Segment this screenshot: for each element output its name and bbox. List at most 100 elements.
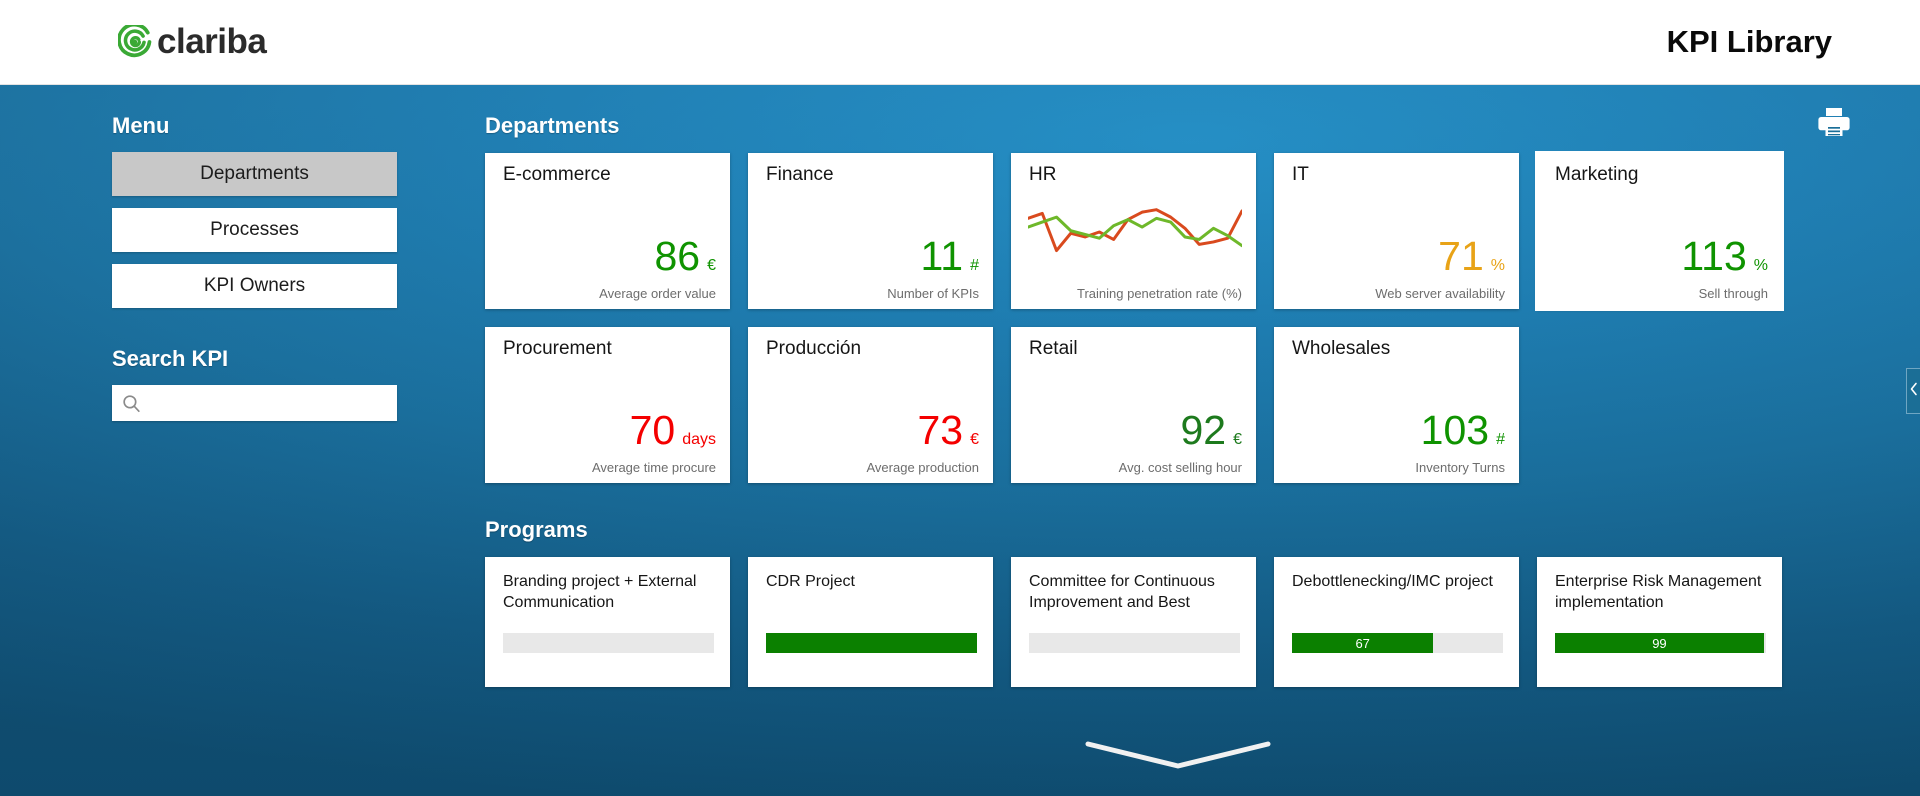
kpi-card-title: HR (1029, 164, 1057, 185)
progress-bar-fill (766, 633, 977, 653)
program-card-branding[interactable]: Branding project + External Communicatio… (485, 557, 730, 687)
kpi-number: 73 (917, 407, 964, 453)
kpi-card-body: 92 € Avg. cost selling hour (1118, 410, 1242, 476)
kpi-description: Number of KPIs (887, 286, 979, 301)
progress-bar-track: 99 (1555, 633, 1766, 653)
kpi-description: Average order value (599, 286, 716, 301)
kpi-number: 113 (1681, 233, 1747, 279)
kpi-description: Web server availability (1375, 286, 1505, 301)
kpi-card-body: 73 € Average production (866, 410, 979, 476)
kpi-card-body: 86 € Average order value (599, 236, 716, 302)
sidebar-item-label: Processes (210, 219, 299, 240)
scroll-down-button[interactable] (1084, 740, 1272, 770)
kpi-card-title: IT (1292, 164, 1309, 185)
search-input[interactable] (142, 385, 397, 421)
kpi-description: Average production (866, 460, 979, 475)
search-icon (121, 393, 142, 414)
programs-title: Programs (485, 517, 588, 542)
main-content: Departments E-commerce 86 € Average orde… (485, 108, 1868, 687)
kpi-description: Training penetration rate (%) (1077, 286, 1242, 301)
chevron-down-icon (1084, 741, 1272, 774)
kpi-value-group: 86 € (599, 236, 716, 277)
kpi-description: Sell through (1698, 286, 1768, 301)
progress-bar-fill: 67 (1292, 633, 1434, 653)
departments-title: Departments (485, 113, 620, 138)
progress-bar-track (766, 633, 977, 653)
search-heading: Search KPI (112, 346, 229, 371)
sidebar-item-label: KPI Owners (203, 275, 306, 296)
kpi-number: 86 (654, 233, 701, 279)
program-card-title: CDR Project (766, 573, 855, 590)
program-card-cdr[interactable]: CDR Project (748, 557, 993, 687)
app-header: clariba KPI Library (0, 0, 1920, 85)
kpi-value-group: 70 days (592, 410, 716, 451)
kpi-number: 11 (920, 233, 964, 279)
kpi-card-title: Procurement (503, 338, 612, 359)
search-kpi-box[interactable] (112, 385, 397, 421)
kpi-card-hr[interactable]: HR Training penetration rate (%) (1011, 153, 1256, 309)
kpi-value-group: 73 € (866, 410, 979, 451)
kpi-card-body: Training penetration rate (%) (1077, 277, 1242, 301)
kpi-number: 92 (1180, 407, 1227, 453)
kpi-unit: € (707, 257, 716, 274)
page-title: KPI Library (1666, 24, 1832, 59)
program-card-title: Committee for Continuous Improvement and… (1029, 573, 1215, 612)
kpi-value-group: 103 # (1415, 410, 1505, 451)
sidebar-item-departments[interactable]: Departments (112, 152, 397, 196)
programs-card-grid: Branding project + External Communicatio… (485, 557, 1868, 687)
sidebar-item-processes[interactable]: Processes (112, 208, 397, 252)
program-card-erm[interactable]: Enterprise Risk Management implementatio… (1537, 557, 1782, 687)
program-card-committee[interactable]: Committee for Continuous Improvement and… (1011, 557, 1256, 687)
kpi-card-title: Producción (766, 338, 862, 359)
kpi-card-retail[interactable]: Retail 92 € Avg. cost selling hour (1011, 327, 1256, 483)
kpi-description: Average time procure (591, 460, 716, 475)
kpi-card-body: 71 % Web server availability (1375, 236, 1505, 302)
kpi-unit: days (682, 431, 716, 448)
kpi-unit: € (970, 431, 979, 448)
kpi-unit: # (1496, 431, 1505, 448)
departments-section-header: Departments (485, 108, 1868, 153)
kpi-value-group: 92 € (1119, 410, 1242, 451)
brand-logo-text: clariba (157, 22, 267, 61)
dashboard-canvas: Menu Departments Processes KPI Owners Se… (0, 85, 1920, 796)
clariba-spiral-logo-icon (118, 25, 152, 59)
progress-bar-label: 99 (1652, 635, 1667, 651)
kpi-unit: % (1490, 257, 1505, 274)
kpi-card-finance[interactable]: Finance 11 # Number of KPIs (748, 153, 993, 309)
progress-bar-label: 67 (1355, 635, 1370, 651)
program-card-title: Debottlenecking/IMC project (1292, 573, 1493, 590)
chevron-left-icon (1910, 382, 1918, 401)
kpi-card-produccion[interactable]: Producción 73 € Average production (748, 327, 993, 483)
print-button[interactable] (1817, 106, 1851, 138)
sidebar-item-label: Departments (200, 163, 309, 184)
kpi-value-group: 11 # (887, 236, 979, 277)
kpi-card-marketing[interactable]: Marketing 113 % Sell through (1535, 151, 1784, 311)
right-panel-toggle[interactable] (1906, 368, 1920, 414)
progress-bar-track (503, 633, 714, 653)
kpi-unit: % (1753, 257, 1768, 274)
kpi-unit: # (970, 257, 979, 274)
sparkline-chart (1028, 201, 1242, 263)
program-card-debottlenecking[interactable]: Debottlenecking/IMC project 67 (1274, 557, 1519, 687)
sidebar-item-kpi-owners[interactable]: KPI Owners (112, 264, 397, 308)
kpi-description: Avg. cost selling hour (1118, 460, 1242, 475)
kpi-card-body: 11 # Number of KPIs (887, 236, 979, 302)
kpi-card-body: 103 # Inventory Turns (1415, 410, 1505, 476)
kpi-card-wholesales[interactable]: Wholesales 103 # Inventory Turns (1274, 327, 1519, 483)
program-card-title: Branding project + External Communicatio… (503, 573, 697, 612)
progress-bar-track: 67 (1292, 633, 1503, 653)
kpi-card-procurement[interactable]: Procurement 70 days Average time procure (485, 327, 730, 483)
menu-heading: Menu (112, 113, 170, 138)
brand-logo[interactable]: clariba (118, 22, 267, 62)
program-card-title: Enterprise Risk Management implementatio… (1555, 573, 1762, 612)
progress-bar-fill: 99 (1555, 633, 1764, 653)
kpi-value-group: 71 % (1375, 236, 1505, 277)
kpi-card-title: Finance (766, 164, 834, 185)
kpi-card-title: Retail (1029, 338, 1078, 359)
kpi-card-it[interactable]: IT 71 % Web server availability (1274, 153, 1519, 309)
kpi-number: 103 (1420, 407, 1490, 453)
progress-bar-track (1029, 633, 1240, 653)
kpi-number: 70 (629, 407, 676, 453)
departments-card-grid: E-commerce 86 € Average order value Fina… (485, 151, 1868, 483)
kpi-card-ecommerce[interactable]: E-commerce 86 € Average order value (485, 153, 730, 309)
